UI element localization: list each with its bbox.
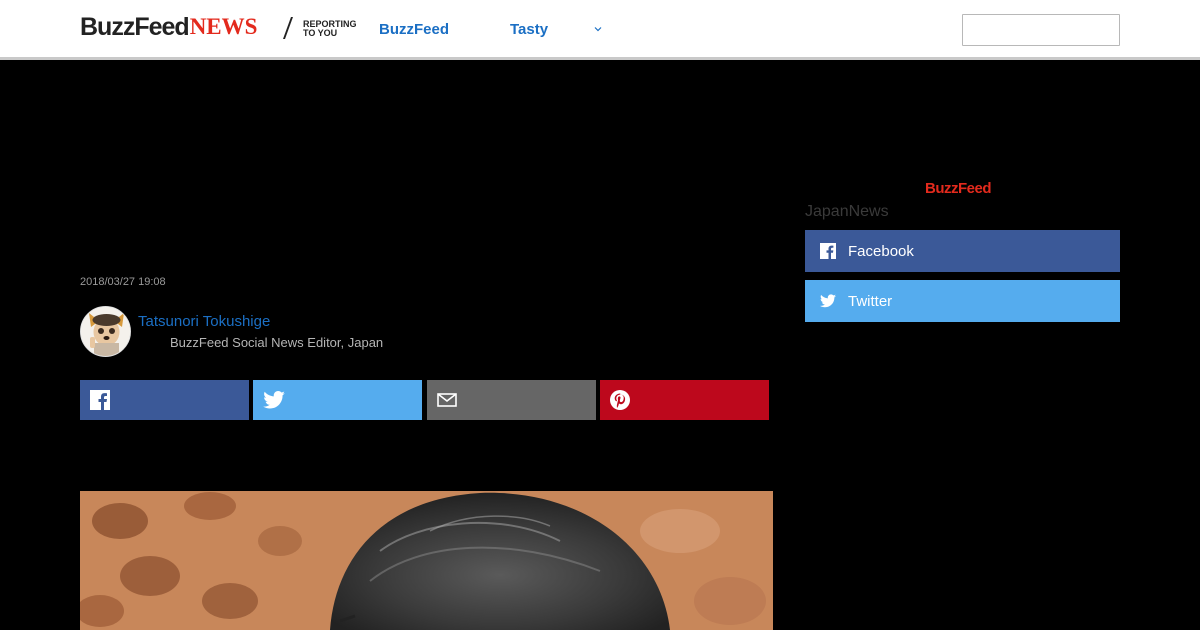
sidebar-handle: JapanNews [805,203,889,220]
sidebar-twitter-button[interactable]: Twitter [805,280,1120,322]
share-email-button[interactable] [427,380,596,420]
hero-photo [80,491,773,630]
twitter-icon [263,391,285,409]
hero-image [80,491,773,630]
publish-timestamp: 2018/03/27 19:08 [80,276,166,288]
tagline: REPORTING TO YOU [303,20,363,38]
facebook-icon [90,390,110,410]
sidebar-facebook-button[interactable]: Facebook [805,230,1120,272]
logo-news-text: NEWS [189,14,258,39]
nav-tasty-link[interactable]: Tasty [510,21,548,39]
tagline-line2: TO YOU [303,28,338,38]
share-facebook-button[interactable] [80,380,249,420]
share-twitter-button[interactable] [253,380,422,420]
logo-buzzfeed-text: BuzzFeed [80,13,190,41]
site-header: BuzzFeed NEWS REPORTING TO YOU BuzzFeed T… [0,0,1200,60]
sidebar-buzzfeed-logo[interactable]: BuzzFeed [925,180,992,197]
logo-divider [282,17,294,39]
avatar-image [81,307,130,356]
pinterest-icon [610,390,630,410]
sidebar-twitter-label: Twitter [848,292,893,310]
nav-buzzfeed-link[interactable]: BuzzFeed [379,21,449,39]
share-pinterest-button[interactable] [600,380,769,420]
facebook-icon [820,243,836,259]
author-name-link[interactable]: Tatsunori Tokushige [138,313,270,330]
email-icon [437,393,457,407]
twitter-icon [820,294,836,308]
author-title: BuzzFeed Social News Editor, Japan [170,335,384,350]
search-input[interactable] [962,14,1120,46]
buzzfeed-news-logo[interactable]: BuzzFeed NEWS [80,14,257,40]
sidebar-facebook-label: Facebook [848,242,914,260]
chevron-down-icon[interactable] [592,23,604,35]
author-avatar[interactable] [80,306,131,357]
